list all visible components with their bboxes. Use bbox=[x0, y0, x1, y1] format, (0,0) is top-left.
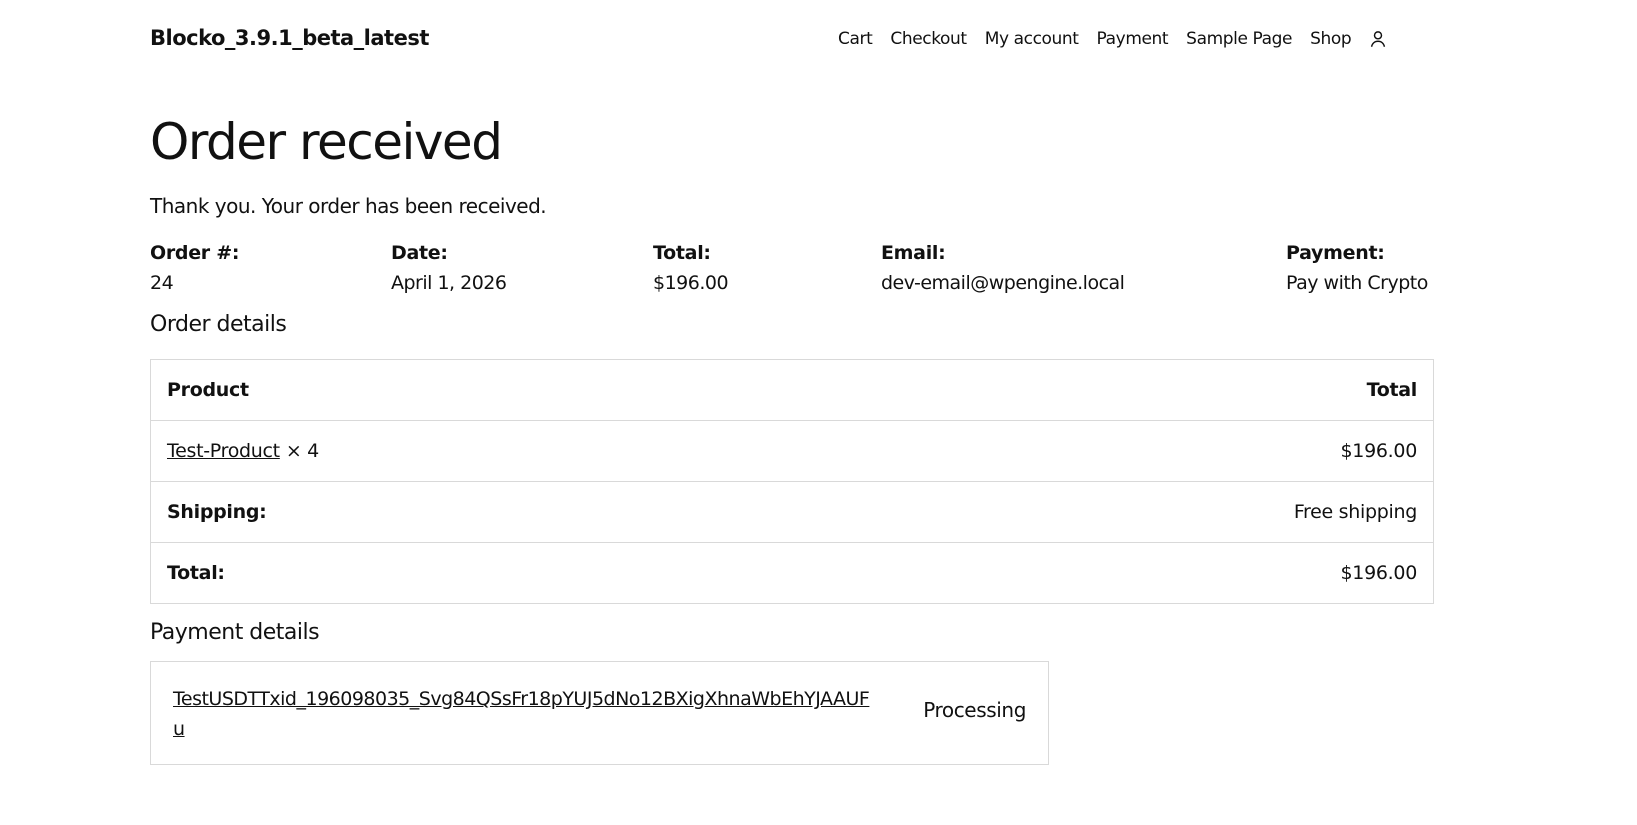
user-icon[interactable] bbox=[1367, 28, 1389, 50]
overview-label: Email: bbox=[881, 242, 946, 264]
nav-link-payment[interactable]: Payment bbox=[1097, 29, 1169, 49]
overview-label: Total: bbox=[653, 242, 711, 264]
overview-value: Pay with Crypto bbox=[1286, 272, 1428, 294]
shipping-value: Free shipping bbox=[846, 481, 1434, 543]
payment-details-title: Payment details bbox=[150, 620, 320, 645]
payment-details-box: TestUSDTTxid_196098035_Svg84QSsFr18pYUJ5… bbox=[150, 661, 1049, 765]
product-total: $196.00 bbox=[846, 420, 1434, 482]
nav-link-sample-page[interactable]: Sample Page bbox=[1186, 29, 1292, 49]
overview-value: dev-email@wpengine.local bbox=[881, 272, 1125, 294]
payment-status: Processing bbox=[923, 698, 1026, 722]
nav-link-cart[interactable]: Cart bbox=[838, 29, 873, 49]
table-header-row: Product Total bbox=[151, 360, 1434, 421]
table-row: Shipping: Free shipping bbox=[150, 481, 1434, 543]
order-details-table: Product Total Test-Product × 4 $196.00 Sh… bbox=[150, 359, 1434, 604]
overview-total: Total: $196.00 bbox=[653, 238, 729, 298]
column-header-total: Total bbox=[1366, 379, 1418, 401]
grand-total-label: Total: bbox=[150, 542, 847, 604]
overview-label: Order #: bbox=[150, 242, 240, 264]
grand-total-value: $196.00 bbox=[846, 542, 1434, 604]
nav-link-checkout[interactable]: Checkout bbox=[890, 29, 967, 49]
order-details-title: Order details bbox=[150, 312, 287, 337]
product-cell: Test-Product × 4 bbox=[150, 420, 847, 482]
product-quantity: × 4 bbox=[285, 440, 319, 462]
page: Blocko_3.9.1_beta_latest Cart Checkout M… bbox=[0, 0, 1637, 825]
thank-you-message: Thank you. Your order has been received. bbox=[150, 194, 547, 218]
overview-date: Date: April 1, 2026 bbox=[391, 238, 507, 298]
overview-value: 24 bbox=[150, 272, 174, 294]
table-row: Test-Product × 4 $196.00 bbox=[150, 420, 1434, 482]
order-overview: Order #: 24 Date: April 1, 2026 Total: $… bbox=[150, 238, 1440, 302]
shipping-label: Shipping: bbox=[150, 481, 847, 543]
overview-order-number: Order #: 24 bbox=[150, 238, 239, 298]
overview-value: April 1, 2026 bbox=[391, 272, 507, 294]
site-header: Blocko_3.9.1_beta_latest Cart Checkout M… bbox=[150, 0, 1440, 84]
overview-label: Date: bbox=[391, 242, 448, 264]
transaction-id-link[interactable]: TestUSDTTxid_196098035_Svg84QSsFr18pYUJ5… bbox=[173, 684, 873, 744]
overview-payment: Payment: Pay with Crypto bbox=[1286, 238, 1428, 298]
overview-email: Email: dev-email@wpengine.local bbox=[881, 238, 1125, 298]
site-title-link[interactable]: Blocko_3.9.1_beta_latest bbox=[150, 26, 429, 50]
nav-link-my-account[interactable]: My account bbox=[985, 29, 1079, 49]
overview-value: $196.00 bbox=[653, 272, 729, 294]
main-content: Order received Thank you. Your order has… bbox=[150, 112, 1440, 765]
main-nav: Cart Checkout My account Payment Sample … bbox=[838, 28, 1389, 50]
product-link[interactable]: Test-Product bbox=[167, 440, 280, 462]
table-row: Total: $196.00 bbox=[150, 542, 1434, 604]
nav-link-shop[interactable]: Shop bbox=[1310, 29, 1352, 49]
column-header-product: Product bbox=[167, 379, 249, 401]
overview-label: Payment: bbox=[1286, 242, 1385, 264]
page-title: Order received bbox=[150, 113, 503, 171]
